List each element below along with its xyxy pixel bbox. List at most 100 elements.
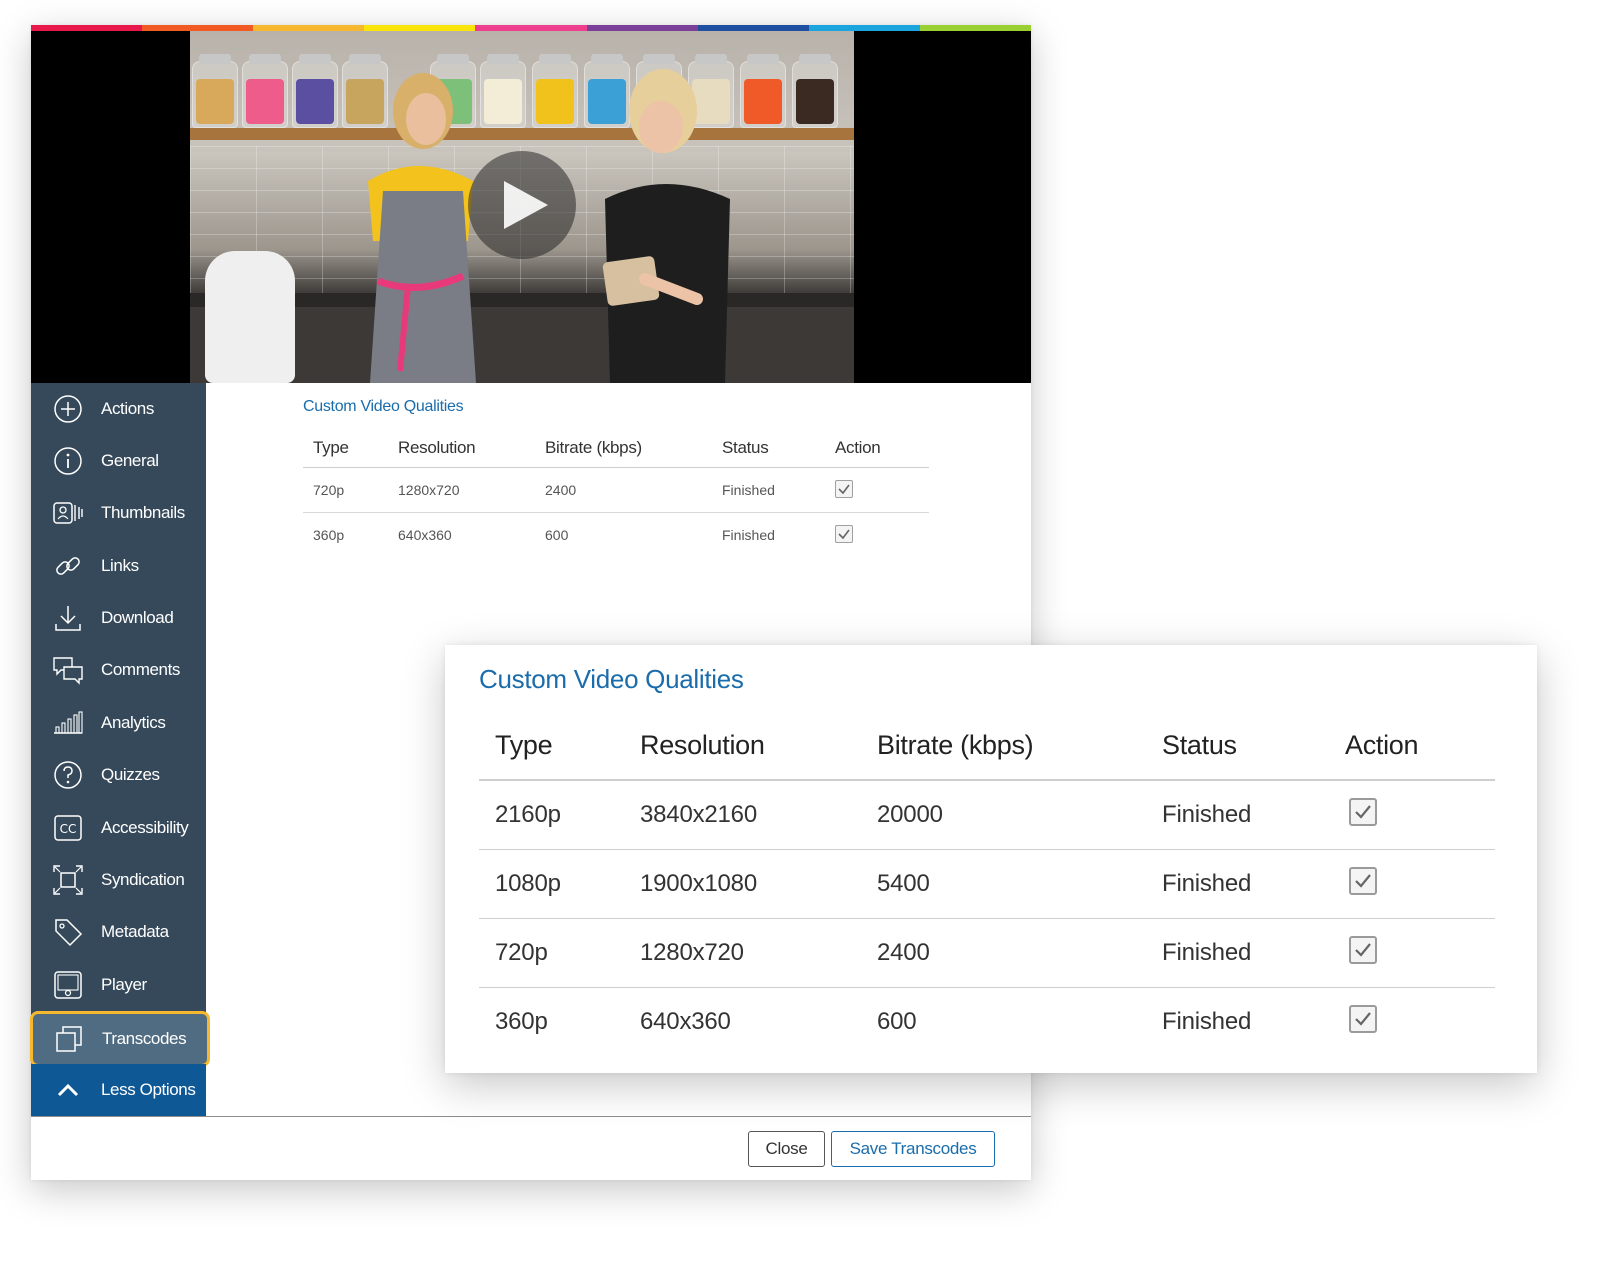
col-action-header: Action bbox=[825, 429, 929, 468]
sidebar-item-metadata[interactable]: Metadata bbox=[31, 906, 206, 958]
sidebar-item-download[interactable]: Download bbox=[31, 592, 206, 644]
cell-status: Finished bbox=[1162, 1007, 1252, 1035]
sidebar-item-label: Metadata bbox=[101, 922, 169, 941]
col-resolution-header: Resolution bbox=[388, 429, 535, 468]
sidebar-item-syndication[interactable]: Syndication bbox=[31, 854, 206, 906]
play-button[interactable] bbox=[468, 151, 576, 259]
col-action-header: Action bbox=[1329, 711, 1495, 781]
person-left bbox=[368, 73, 476, 383]
sidebar-item-label: Player bbox=[101, 975, 147, 994]
table-row: 360p 640x360 600 Finished bbox=[303, 512, 929, 557]
sidebar-item-quizzes[interactable]: Quizzes bbox=[31, 749, 206, 801]
syndication-icon bbox=[48, 860, 88, 900]
cell-type: 360p bbox=[313, 526, 345, 543]
table-row: 720p 1280x720 2400 Finished bbox=[303, 467, 929, 513]
cell-type: 720p bbox=[479, 918, 624, 988]
zoom-transcodes-table: Type Resolution Bitrate (kbps) Status Ac… bbox=[479, 711, 1495, 1056]
cell-status: Finished bbox=[1146, 918, 1329, 988]
col-bitrate-header: Bitrate (kbps) bbox=[861, 711, 1146, 781]
sidebar-item-actions[interactable]: Actions bbox=[31, 383, 206, 435]
less-options-label: Less Options bbox=[101, 1080, 196, 1099]
table-row: 2160p 3840x2160 20000 Finished bbox=[479, 780, 1495, 850]
sidebar-item-label: Accessibility bbox=[101, 818, 189, 837]
checkmark-icon bbox=[838, 484, 850, 494]
col-resolution-header: Resolution bbox=[624, 711, 861, 781]
small-panel-title: Custom Video Qualities bbox=[303, 398, 464, 415]
cell-resolution: 640x360 bbox=[398, 526, 452, 543]
cell-resolution: 1280x720 bbox=[388, 467, 535, 513]
checkmark-icon bbox=[1355, 805, 1371, 819]
cell-resolution: 1280x720 bbox=[624, 918, 861, 988]
sidebar: Actions General Thumbnails Links Downloa… bbox=[30, 383, 210, 1116]
analytics-icon bbox=[48, 703, 88, 743]
sidebar-item-label: Thumbnails bbox=[101, 503, 185, 522]
plus-circle-icon bbox=[48, 389, 88, 429]
col-bitrate-header: Bitrate (kbps) bbox=[535, 429, 712, 468]
cell-status: Finished bbox=[722, 526, 775, 543]
player-icon bbox=[48, 965, 88, 1005]
table-header-row: Type Resolution Bitrate (kbps) Status Ac… bbox=[479, 711, 1495, 781]
download-icon bbox=[48, 598, 88, 638]
person-right bbox=[602, 69, 730, 383]
zoom-panel-title: Custom Video Qualities bbox=[479, 664, 744, 694]
cell-status: Finished bbox=[712, 467, 825, 513]
sidebar-item-analytics[interactable]: Analytics bbox=[31, 697, 206, 749]
cell-status: Finished bbox=[1146, 780, 1329, 850]
cell-bitrate: 600 bbox=[545, 526, 569, 543]
action-checkbox[interactable] bbox=[835, 524, 853, 543]
cell-resolution: 1900x1080 bbox=[624, 849, 861, 919]
play-icon bbox=[504, 181, 548, 229]
col-type-header: Type bbox=[479, 711, 624, 781]
close-button[interactable]: Close bbox=[748, 1131, 825, 1167]
cell-resolution: 3840x2160 bbox=[624, 780, 861, 850]
tag-icon bbox=[48, 912, 88, 952]
checkmark-icon bbox=[838, 529, 850, 539]
link-icon bbox=[48, 546, 88, 586]
sidebar-item-player[interactable]: Player bbox=[31, 959, 206, 1011]
sidebar-item-accessibility[interactable]: CC Accessibility bbox=[31, 802, 206, 854]
sidebar-item-label: Quizzes bbox=[101, 765, 160, 784]
col-status-header: Status bbox=[712, 429, 825, 468]
cell-type: 1080p bbox=[479, 849, 624, 919]
cell-bitrate: 600 bbox=[877, 1007, 917, 1035]
chevron-up-icon bbox=[48, 1070, 88, 1110]
cell-bitrate: 5400 bbox=[861, 849, 1146, 919]
sidebar-item-label: General bbox=[101, 451, 159, 470]
sidebar-item-thumbnails[interactable]: Thumbnails bbox=[31, 487, 206, 539]
thumbnails-icon bbox=[48, 493, 88, 533]
zoomed-transcodes-panel: Custom Video Qualities Type Resolution B… bbox=[445, 645, 1537, 1073]
sidebar-item-label: Download bbox=[101, 608, 174, 627]
cell-type: 360p bbox=[495, 1007, 548, 1035]
svg-text:CC: CC bbox=[60, 822, 77, 836]
table-header-row: Type Resolution Bitrate (kbps) Status Ac… bbox=[303, 429, 929, 468]
action-checkbox[interactable] bbox=[1349, 798, 1377, 827]
sidebar-item-label: Links bbox=[101, 556, 139, 575]
small-transcodes-table: Type Resolution Bitrate (kbps) Status Ac… bbox=[303, 429, 929, 557]
sidebar-item-label: Transcodes bbox=[102, 1029, 187, 1048]
table-row: 360p 640x360 600 Finished bbox=[479, 987, 1495, 1056]
save-transcodes-button[interactable]: Save Transcodes bbox=[831, 1131, 995, 1167]
comments-icon bbox=[48, 650, 88, 690]
info-circle-icon bbox=[48, 441, 88, 481]
sidebar-item-general[interactable]: General bbox=[31, 435, 206, 487]
action-checkbox[interactable] bbox=[835, 479, 853, 498]
cell-bitrate: 2400 bbox=[861, 918, 1146, 988]
closed-caption-icon: CC bbox=[48, 808, 88, 848]
video-player[interactable] bbox=[31, 31, 1031, 383]
action-checkbox[interactable] bbox=[1349, 936, 1377, 964]
sidebar-item-label: Syndication bbox=[101, 870, 185, 889]
checkmark-icon bbox=[1355, 943, 1371, 957]
less-options-button[interactable]: Less Options bbox=[31, 1064, 206, 1116]
table-row: 720p 1280x720 2400 Finished bbox=[479, 918, 1495, 988]
sidebar-item-transcodes[interactable]: Transcodes bbox=[30, 1011, 210, 1067]
action-checkbox[interactable] bbox=[1349, 1005, 1377, 1034]
sidebar-item-comments[interactable]: Comments bbox=[31, 644, 206, 696]
checkmark-icon bbox=[1355, 874, 1371, 888]
sidebar-item-label: Comments bbox=[101, 660, 180, 679]
action-checkbox[interactable] bbox=[1349, 867, 1377, 895]
checkmark-icon bbox=[1355, 1012, 1371, 1026]
table-row: 1080p 1900x1080 5400 Finished bbox=[479, 849, 1495, 919]
sidebar-item-label: Actions bbox=[101, 399, 154, 418]
col-type-header: Type bbox=[303, 429, 388, 468]
sidebar-item-links[interactable]: Links bbox=[31, 540, 206, 592]
